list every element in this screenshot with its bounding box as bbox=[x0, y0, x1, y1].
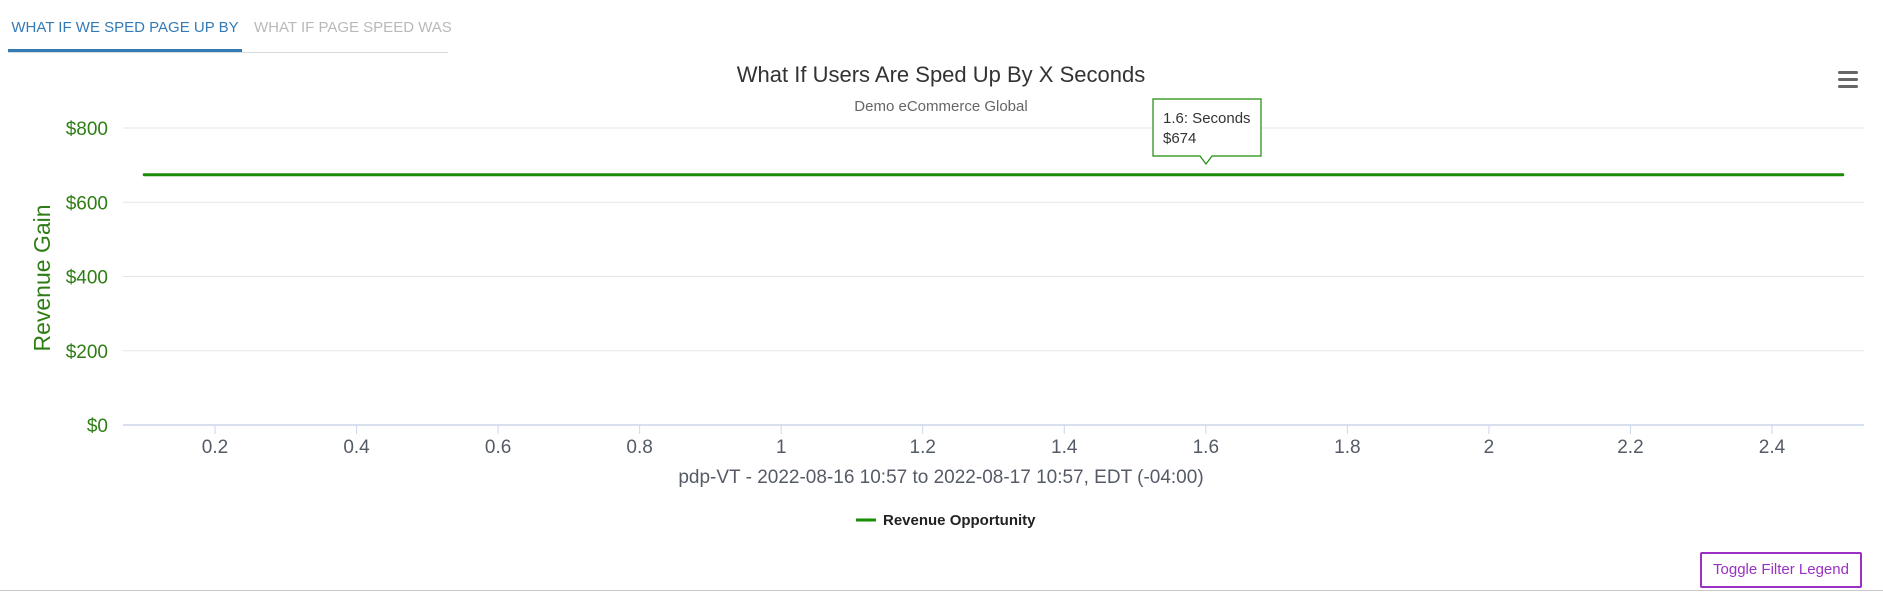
x-tick-label: 1.6 bbox=[1193, 437, 1219, 458]
x-axis: 0.2 0.4 0.6 0.8 1 1.2 1.4 1.6 1.8 2 2.2 2.4 bbox=[123, 424, 1864, 458]
data-point[interactable] bbox=[1271, 169, 1283, 181]
data-point[interactable] bbox=[1695, 169, 1707, 181]
revenue-chart: What If Users Are Sped Up By X Seconds D… bbox=[29, 62, 1866, 529]
toggle-filter-legend-button[interactable]: Toggle Filter Legend bbox=[1700, 552, 1862, 588]
grid-lines bbox=[123, 127, 1864, 352]
data-point[interactable] bbox=[1341, 169, 1353, 181]
bottom-divider bbox=[0, 590, 1883, 591]
chart-menu-button[interactable] bbox=[1830, 66, 1866, 96]
y-axis-label: Revenue Gain bbox=[29, 204, 55, 351]
data-point[interactable] bbox=[138, 169, 150, 181]
data-point[interactable] bbox=[492, 169, 504, 181]
data-point[interactable] bbox=[917, 169, 929, 181]
x-tick-label: 0.4 bbox=[343, 437, 370, 458]
data-point[interactable] bbox=[704, 169, 716, 181]
x-tick-label: 1 bbox=[776, 437, 787, 458]
data-point[interactable] bbox=[209, 169, 221, 181]
data-point[interactable] bbox=[988, 169, 1000, 181]
y-tick-label: $200 bbox=[66, 342, 108, 363]
data-point[interactable] bbox=[634, 169, 646, 181]
data-point[interactable] bbox=[1483, 169, 1495, 181]
data-point[interactable] bbox=[351, 169, 363, 181]
legend[interactable]: Revenue Opportunity bbox=[856, 512, 1036, 529]
data-point[interactable] bbox=[1624, 169, 1636, 181]
tooltip-line-1: 1.6: Seconds bbox=[1163, 110, 1251, 127]
data-point[interactable] bbox=[563, 169, 575, 181]
data-point[interactable] bbox=[280, 169, 292, 181]
data-point[interactable] bbox=[1129, 169, 1141, 181]
y-tick-label: $400 bbox=[66, 268, 108, 289]
x-tick-label: 1.8 bbox=[1334, 437, 1360, 458]
x-tick-label: 1.4 bbox=[1051, 437, 1078, 458]
data-point[interactable] bbox=[846, 169, 858, 181]
y-tick-label: $600 bbox=[66, 193, 108, 214]
series-layer bbox=[138, 169, 1849, 181]
x-tick-label: 2 bbox=[1484, 437, 1495, 458]
tooltip: 1.6: Seconds $674 bbox=[1152, 98, 1262, 165]
x-tick-label: 2.2 bbox=[1617, 437, 1643, 458]
data-point[interactable] bbox=[1554, 169, 1566, 181]
data-point[interactable] bbox=[421, 169, 433, 181]
y-tick-label: $800 bbox=[66, 119, 108, 140]
x-axis-label: pdp-VT - 2022-08-16 10:57 to 2022-08-17 … bbox=[678, 467, 1203, 488]
x-tick-label: 0.2 bbox=[202, 437, 228, 458]
x-tick-label: 0.6 bbox=[485, 437, 511, 458]
tooltip-line-2: $674 bbox=[1163, 130, 1196, 147]
data-point[interactable] bbox=[1766, 169, 1778, 181]
x-tick-label: 1.2 bbox=[910, 437, 936, 458]
chart-title: What If Users Are Sped Up By X Seconds bbox=[737, 62, 1145, 87]
data-point[interactable] bbox=[1200, 169, 1212, 181]
y-tick-label: $0 bbox=[87, 416, 108, 437]
data-point[interactable] bbox=[775, 169, 787, 181]
data-point[interactable] bbox=[1058, 169, 1070, 181]
y-axis-ticks: $0 $200 $400 $600 $800 bbox=[66, 119, 108, 437]
x-tick-label: 0.8 bbox=[626, 437, 652, 458]
data-point[interactable] bbox=[1837, 169, 1849, 181]
x-tick-label: 2.4 bbox=[1759, 437, 1786, 458]
data-point[interactable] bbox=[1412, 169, 1424, 181]
hamburger-menu-icon bbox=[1838, 71, 1858, 88]
chart-subtitle: Demo eCommerce Global bbox=[854, 98, 1027, 115]
legend-item-revenue-opportunity[interactable]: Revenue Opportunity bbox=[883, 512, 1036, 529]
